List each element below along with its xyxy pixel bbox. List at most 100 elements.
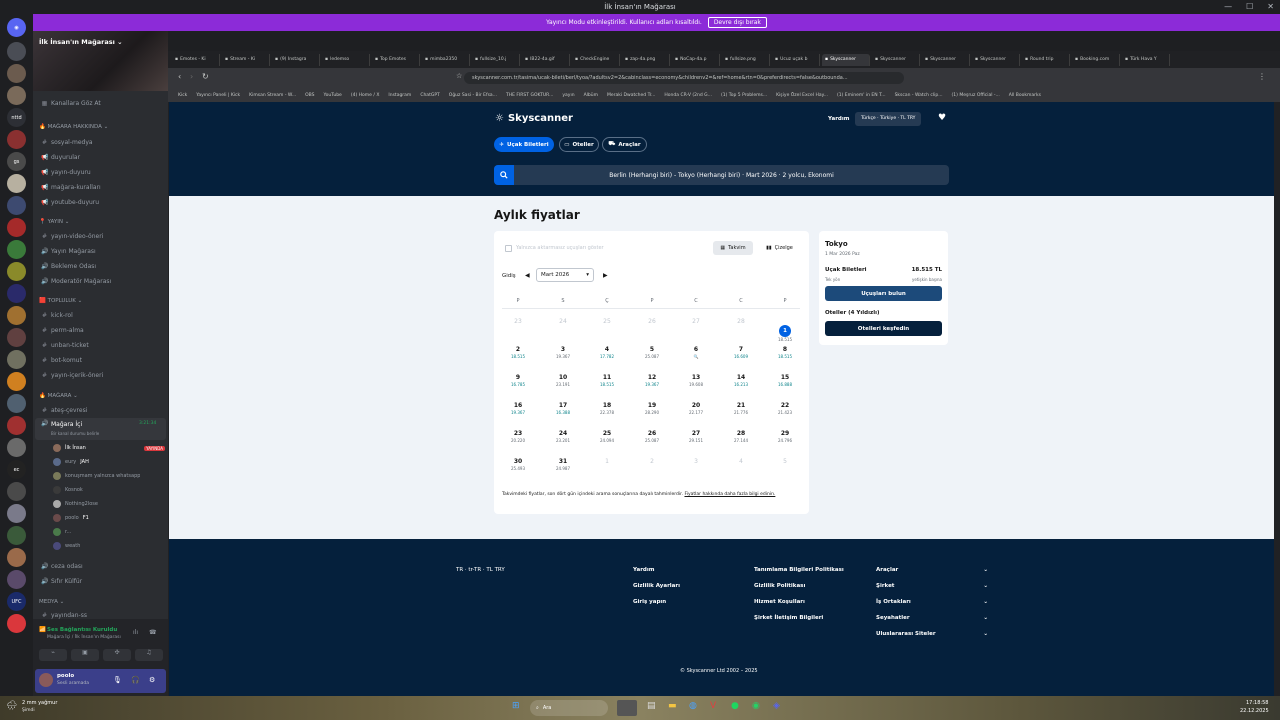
calendar-day[interactable]: 15 16.888 xyxy=(770,373,800,388)
footer-link[interactable]: Hizmet Koşulları xyxy=(754,599,844,615)
server-icon[interactable] xyxy=(7,416,26,435)
find-flights-button[interactable]: Uçuşları bulun xyxy=(825,286,942,301)
server-icon[interactable] xyxy=(7,526,26,545)
calendar-day[interactable]: 27 29.151 xyxy=(681,429,711,444)
camera-off-icon[interactable]: ⌁ xyxy=(39,649,67,661)
prev-month-icon[interactable]: ◀ xyxy=(525,272,530,279)
server-icon[interactable] xyxy=(7,86,26,105)
activities-icon[interactable]: ✣ xyxy=(103,649,131,661)
voice-user[interactable]: weath xyxy=(53,539,165,553)
voice-user[interactable]: İlk İnsan YAYINDA xyxy=(53,441,165,455)
soundboard-icon[interactable]: ♫ xyxy=(135,649,163,661)
calendar-day[interactable]: 20 22.177 xyxy=(681,401,711,416)
bookmark-item[interactable]: Skscan - Watch clip... xyxy=(895,93,943,98)
footer-accordion[interactable]: Araçlar ⌄ xyxy=(876,567,988,583)
calendar-day[interactable]: 10 23.191 xyxy=(548,373,578,388)
calendar-day[interactable]: 2 18.515 xyxy=(503,345,533,360)
bookmark-item[interactable]: (1) Meşruz Official -... xyxy=(952,93,1000,98)
calendar-day[interactable]: 3 19.367 xyxy=(548,345,578,360)
calendar-day[interactable]: 31 24.987 xyxy=(548,457,578,472)
help-link[interactable]: Yardım xyxy=(828,116,849,122)
voice-user[interactable]: konuşmam yalnızca whatsapp xyxy=(53,469,165,483)
footer-accordion[interactable]: Şirket ⌄ xyxy=(876,583,988,599)
browser-icon[interactable]: ◍ xyxy=(689,701,697,711)
channel-item[interactable]: # kick-rol xyxy=(41,309,73,321)
bookmark-item[interactable]: Kick xyxy=(178,93,187,98)
discord-icon[interactable]: ◈ xyxy=(773,701,780,711)
channel-item[interactable]: 🔊 ceza odası xyxy=(41,560,83,572)
calendar-day[interactable]: 18 22.378 xyxy=(592,401,622,416)
tab-hotels[interactable]: ▭ Oteller xyxy=(559,137,599,152)
channel-item[interactable]: # ateş-çevresi xyxy=(41,404,87,416)
browse-channels[interactable]: ▦ Kanallara Göz At xyxy=(41,97,101,109)
bookmark-item[interactable]: Honda CR-V (2nd G... xyxy=(664,93,712,98)
bookmark-item[interactable]: OBS xyxy=(305,93,314,98)
bookmark-star-icon[interactable]: ☆ xyxy=(456,72,462,80)
channel-item[interactable]: 📢 yayın-duyuru xyxy=(41,166,91,178)
category-header[interactable]: Medya ⌄ xyxy=(39,599,64,605)
voice-user[interactable]: poolo F1 xyxy=(53,511,165,525)
server-icon[interactable] xyxy=(7,614,26,633)
server-icon[interactable]: nttd xyxy=(7,108,26,127)
footer-link[interactable]: Tanımlama Bilgileri Politikası xyxy=(754,567,844,583)
skyscanner-logo[interactable]: ☼ Skyscanner xyxy=(495,113,573,124)
browser-tab[interactable]: ▪ Stream - Ki xyxy=(222,53,270,66)
server-icon[interactable] xyxy=(7,570,26,589)
direct-only-checkbox[interactable] xyxy=(505,245,512,252)
server-icon[interactable] xyxy=(7,350,26,369)
browser-tab[interactable]: ▪ fullsize.png xyxy=(722,53,770,66)
channel-item[interactable]: # bot-komut xyxy=(41,354,82,366)
browser-menu-icon[interactable]: ⋮ xyxy=(1258,72,1266,81)
browser-tab[interactable]: ▪ Round trip xyxy=(1022,53,1070,66)
server-icon[interactable] xyxy=(7,262,26,281)
calendar-day[interactable]: 8 18.515 xyxy=(770,345,800,360)
task-view-icon[interactable] xyxy=(617,700,637,716)
calendar-day[interactable]: 6 🔍 xyxy=(681,345,711,360)
calendar-day[interactable]: 24 23.201 xyxy=(548,429,578,444)
bookmark-item[interactable]: Oğuz Sasi - Bir Efsa... xyxy=(449,93,497,98)
calendar-day[interactable]: 7 16.609 xyxy=(726,345,756,360)
calendar-view-toggle[interactable]: ▦ Takvim xyxy=(713,241,753,255)
calendar-day[interactable]: 26 25.087 xyxy=(637,429,667,444)
bookmark-item[interactable]: Yayıncı Paneli | Kick xyxy=(196,93,240,98)
close-icon[interactable]: ✕ xyxy=(1267,2,1274,11)
calendar-day[interactable]: 17 16.388 xyxy=(548,401,578,416)
footer-accordion[interactable]: İş Ortakları ⌄ xyxy=(876,599,988,615)
server-icon[interactable] xyxy=(7,196,26,215)
category-header[interactable]: 📍 YAYIN ⌄ xyxy=(39,219,69,225)
bookmark-item[interactable]: THE FIRST GOKTUR... xyxy=(506,93,553,98)
bookmark-item[interactable]: Kişiye Özel Excel Hay... xyxy=(776,93,828,98)
taskbar-search[interactable]: ⌕ Ara xyxy=(530,700,608,716)
calendar-day[interactable]: 29 24.796 xyxy=(770,429,800,444)
calendar-day[interactable]: 23 20.220 xyxy=(503,429,533,444)
locale-selector[interactable]: Türkçe · Türkiye · TL TRY xyxy=(855,112,922,126)
browser-tab[interactable]: ▪ Top Emotes xyxy=(372,53,420,66)
heart-icon[interactable]: ♥ xyxy=(938,113,946,123)
voice-user[interactable]: r... xyxy=(53,525,165,539)
tab-cars[interactable]: ⛟ Araçlar xyxy=(602,137,647,152)
server-icon[interactable] xyxy=(7,548,26,567)
channel-item[interactable]: # perm-alma xyxy=(41,324,84,336)
footer-link[interactable]: Şirket İletişim Bilgileri xyxy=(754,615,844,631)
calendar-day[interactable]: 13 19.608 xyxy=(681,373,711,388)
server-icon[interactable] xyxy=(7,218,26,237)
server-icon[interactable] xyxy=(7,284,26,303)
disable-streamer-mode-button[interactable]: Devre dışı bırak xyxy=(707,17,767,28)
calendar-day[interactable]: 30 25.493 xyxy=(503,457,533,472)
calendar-day[interactable]: 22 21.423 xyxy=(770,401,800,416)
server-icon[interactable]: UFC xyxy=(7,592,26,611)
weather-icon[interactable]: 🌧 xyxy=(6,701,17,711)
footer-link[interactable]: Gizlilik Politikası xyxy=(754,583,844,599)
server-icon[interactable] xyxy=(7,504,26,523)
voice-user[interactable]: Kosnok xyxy=(53,483,165,497)
explore-hotels-button[interactable]: Otelleri keşfedin xyxy=(825,321,942,336)
maximize-icon[interactable]: ☐ xyxy=(1246,2,1253,11)
disconnect-icon[interactable]: ☎ xyxy=(149,629,156,636)
browser-tab[interactable]: ▪ mimba2350 xyxy=(422,53,470,66)
server-name[interactable]: İlk İnsan'ın Mağarası ⌄ xyxy=(39,38,123,46)
headphones-icon[interactable]: 🎧 xyxy=(131,676,140,684)
footer-link[interactable]: Gizlilik Ayarları xyxy=(633,583,680,599)
reload-icon[interactable]: ↻ xyxy=(202,72,209,81)
avatar[interactable] xyxy=(39,673,53,687)
price-info-link[interactable]: Fiyatlar hakkında daha fazla bilgi edini… xyxy=(684,492,775,497)
